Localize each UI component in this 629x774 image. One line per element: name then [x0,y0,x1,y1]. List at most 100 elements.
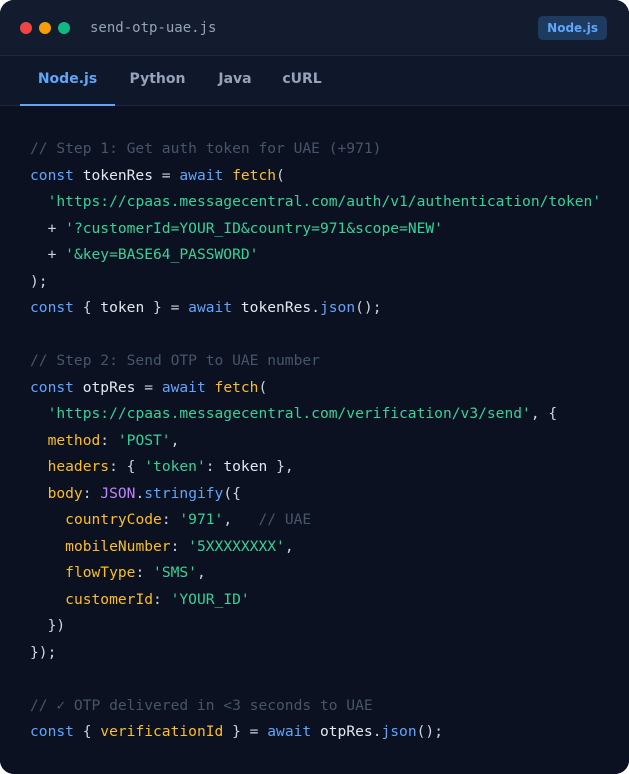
code-line: method: 'POST', [30,428,180,454]
code-block: // Step 1: Get auth token for UAE (+971)… [0,106,629,774]
code-token: + [30,219,66,237]
code-token: // Step 2: Send OTP to UAE number [30,352,320,369]
code-line: customerId: 'YOUR_ID' [30,587,250,613]
code-token: , { [530,405,558,422]
tab-curl[interactable]: cURL [272,56,332,106]
code-line: flowType: 'SMS', [30,560,206,586]
code-token: '971' [179,511,224,528]
code-token: : [170,537,189,555]
code-token: // UAE [258,511,312,528]
code-token: await [179,166,233,184]
code-token: const [30,378,83,396]
code-token: = [161,166,180,184]
code-line: headers: { 'token': token }, [30,454,294,480]
code-token: 'SMS' [153,564,197,581]
tab-python[interactable]: Python [120,56,195,106]
maximize-window-dot[interactable] [58,22,70,34]
code-line: const tokenRes = await fetch( [30,163,285,189]
code-token: { [82,299,101,316]
code-token: }, [276,458,294,475]
code-token: json [319,299,356,316]
code-line: const otpRes = await fetch( [30,375,267,401]
code-token: { [82,723,101,740]
language-tabs: Node.js Python Java cURL [0,56,629,106]
code-token: headers [47,458,110,475]
code-token: 'POST' [117,431,171,449]
code-token: otpRes [319,723,373,740]
code-token: 'YOUR_ID' [170,590,250,608]
code-token: const [30,299,83,316]
code-token: : [161,511,180,528]
code-token: // Step 1: Get auth token for UAE (+971) [30,140,382,157]
code-token: token [223,458,277,475]
code-token: . [311,299,320,316]
code-token: otpRes [82,378,145,396]
code-token: countryCode [65,511,162,528]
code-token: : { [109,458,145,475]
code-token: (); [355,299,382,316]
close-window-dot[interactable] [20,22,32,34]
code-line: + '&key=BASE64_PASSWORD' [30,242,259,268]
code-token: ({ [223,484,241,502]
code-token: json [381,723,417,740]
code-line: countryCode: '971', // UAE [30,507,311,533]
code-token: await [161,378,215,396]
code-line: const { token } = await tokenRes.json(); [30,295,382,321]
code-token: body [47,484,83,502]
code-token: const [30,166,83,184]
code-token: . [135,484,145,502]
code-token: : [100,431,118,449]
code-line: // Step 1: Get auth token for UAE (+971) [30,136,381,162]
code-token: } = [153,299,189,316]
code-token: , [170,431,180,449]
code-token: mobileNumber [65,537,171,555]
code-token: fetch [232,166,277,184]
code-token: tokenRes [82,166,162,184]
code-window: send-otp-uae.js Node.js Node.js Python J… [0,0,629,774]
code-line: }); [30,640,56,666]
code-token: tokenRes [240,299,312,316]
code-token: }) [30,617,66,634]
code-token: , [196,564,206,581]
code-line: // ✓ OTP delivered in <3 seconds to UAE [30,693,373,719]
language-badge: Node.js [538,16,607,40]
code-token: await [188,299,241,316]
code-token: JSON [100,484,136,502]
code-token: ( [276,166,285,184]
tab-nodejs[interactable]: Node.js [20,56,115,106]
code-line: 'https://cpaas.messagecentral.com/auth/v… [30,189,602,215]
code-token: (); [416,723,443,740]
minimize-window-dot[interactable] [39,22,51,34]
tab-java[interactable]: Java [205,56,265,106]
file-name: send-otp-uae.js [90,20,217,36]
code-token: ); [30,272,48,290]
code-token: flowType [65,564,136,581]
code-token: '&key=BASE64_PASSWORD' [65,246,259,263]
code-token: 'token' [144,458,206,475]
code-line: 'https://cpaas.messagecentral.com/verifi… [30,401,558,427]
code-token: } = [232,723,268,740]
code-line: const { verificationId } = await otpRes.… [30,719,443,745]
code-line: mobileNumber: '5XXXXXXXX', [30,534,293,560]
title-bar: send-otp-uae.js Node.js [0,0,629,56]
code-token: const [30,723,83,740]
code-token: '5XXXXXXXX' [188,537,285,555]
code-token: 'https://cpaas.messagecentral.com/auth/v… [47,193,602,210]
code-token: : [205,458,224,475]
code-token: }); [30,643,57,661]
code-token: 'https://cpaas.messagecentral.com/verifi… [47,405,531,422]
code-token: stringify [144,484,224,502]
code-token: + [30,246,66,263]
code-token: customerId [65,590,154,608]
code-line: }) [30,613,66,639]
code-token: : [82,484,101,502]
code-token: fetch [214,378,259,396]
